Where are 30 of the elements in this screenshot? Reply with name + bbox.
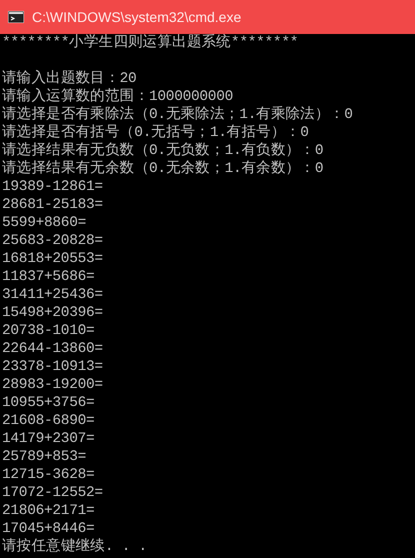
problem-line: 16818+20553=: [2, 251, 103, 267]
problem-line: 12715-3628=: [2, 467, 94, 483]
prompt-line: 请选择是否有括号（0.无括号；1.有括号）：0: [2, 125, 309, 141]
problem-line: 10955+3756=: [2, 395, 94, 411]
terminal-icon: [8, 11, 24, 23]
problem-line: 28681-25183=: [2, 197, 103, 213]
prompt-line: 请选择结果有无负数（0.无负数；1.有负数）：0: [2, 143, 324, 159]
problem-line: 21608-6890=: [2, 413, 94, 429]
problem-line: 28983-19200=: [2, 377, 103, 393]
problem-line: 31411+25436=: [2, 287, 103, 303]
pause-message: 请按任意键继续. . .: [2, 539, 147, 555]
problem-line: 21806+2171=: [2, 503, 94, 519]
problem-line: 20738-1010=: [2, 323, 94, 339]
banner-text: ********小学生四则运算出题系统********: [2, 35, 298, 51]
problem-line: 11837+5686=: [2, 269, 94, 285]
problem-line: 25683-20828=: [2, 233, 103, 249]
problem-line: 17072-12552=: [2, 485, 103, 501]
problem-line: 23378-10913=: [2, 359, 103, 375]
problem-line: 19389-12861=: [2, 179, 103, 195]
window-title: C:\WINDOWS\system32\cmd.exe: [32, 8, 242, 27]
problem-line: 22644-13860=: [2, 341, 103, 357]
problem-line: 17045+8446=: [2, 521, 94, 537]
problem-line: 25789+853=: [2, 449, 86, 465]
prompt-line: 请输入出题数目：20: [2, 71, 136, 87]
problem-line: 14179+2307=: [2, 431, 94, 447]
prompt-line: 请选择结果有无余数（0.无余数；1.有余数）：0: [2, 161, 324, 177]
prompt-line: 请输入运算数的范围：1000000000: [2, 89, 234, 105]
problem-line: 5599+8860=: [2, 215, 86, 231]
problem-line: 15498+20396=: [2, 305, 103, 321]
prompt-line: 请选择是否有乘除法（0.无乘除法；1.有乘除法）：0: [2, 107, 353, 123]
